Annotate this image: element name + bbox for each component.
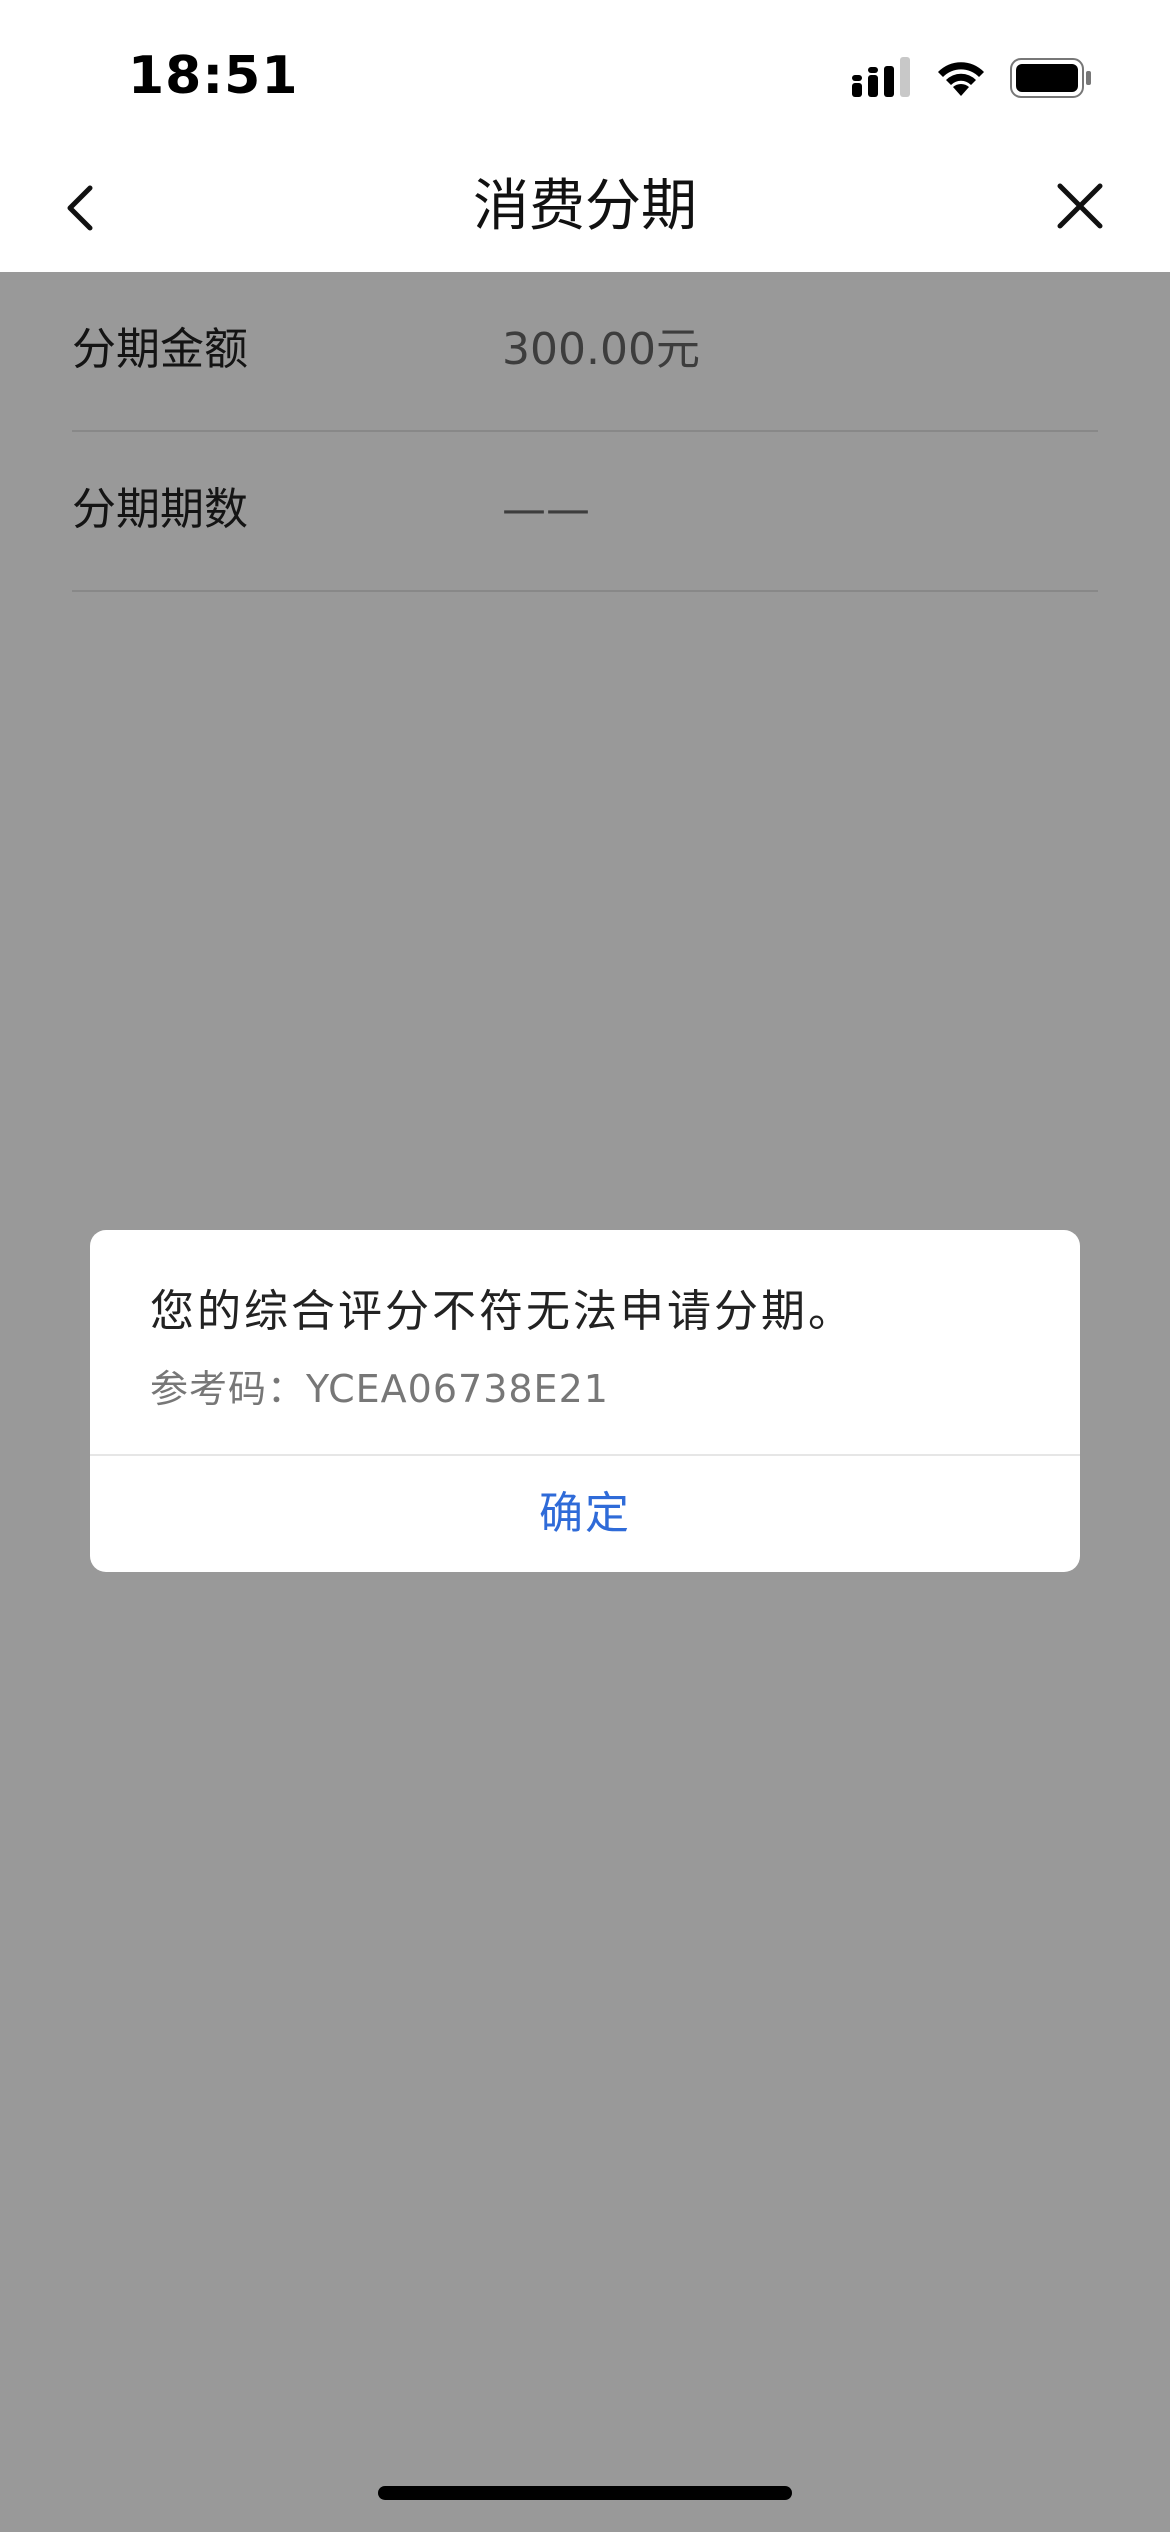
screen: 18:51 消费分期 分期金额 300.00元 分期期数 —— 您的综合评分不符…	[0, 0, 1170, 2532]
status-bar: 18:51	[0, 0, 1170, 150]
battery-icon	[1010, 58, 1091, 98]
dialog-message: 您的综合评分不符无法申请分期。	[150, 1286, 855, 1337]
confirm-button[interactable]: 确定	[90, 1456, 1080, 1572]
close-icon[interactable]	[1050, 176, 1110, 236]
home-indicator[interactable]	[378, 2486, 792, 2500]
status-time: 18:51	[128, 46, 299, 106]
cellular-signal-icon	[852, 57, 910, 97]
wifi-icon	[938, 62, 984, 96]
status-icons	[852, 56, 1092, 100]
alert-dialog: 您的综合评分不符无法申请分期。 参考码：YCEA06738E21 确定	[90, 1230, 1080, 1572]
dialog-reference-code: 参考码：YCEA06738E21	[150, 1367, 609, 1411]
nav-bar: 消费分期	[0, 150, 1170, 272]
page-title: 消费分期	[473, 174, 697, 239]
